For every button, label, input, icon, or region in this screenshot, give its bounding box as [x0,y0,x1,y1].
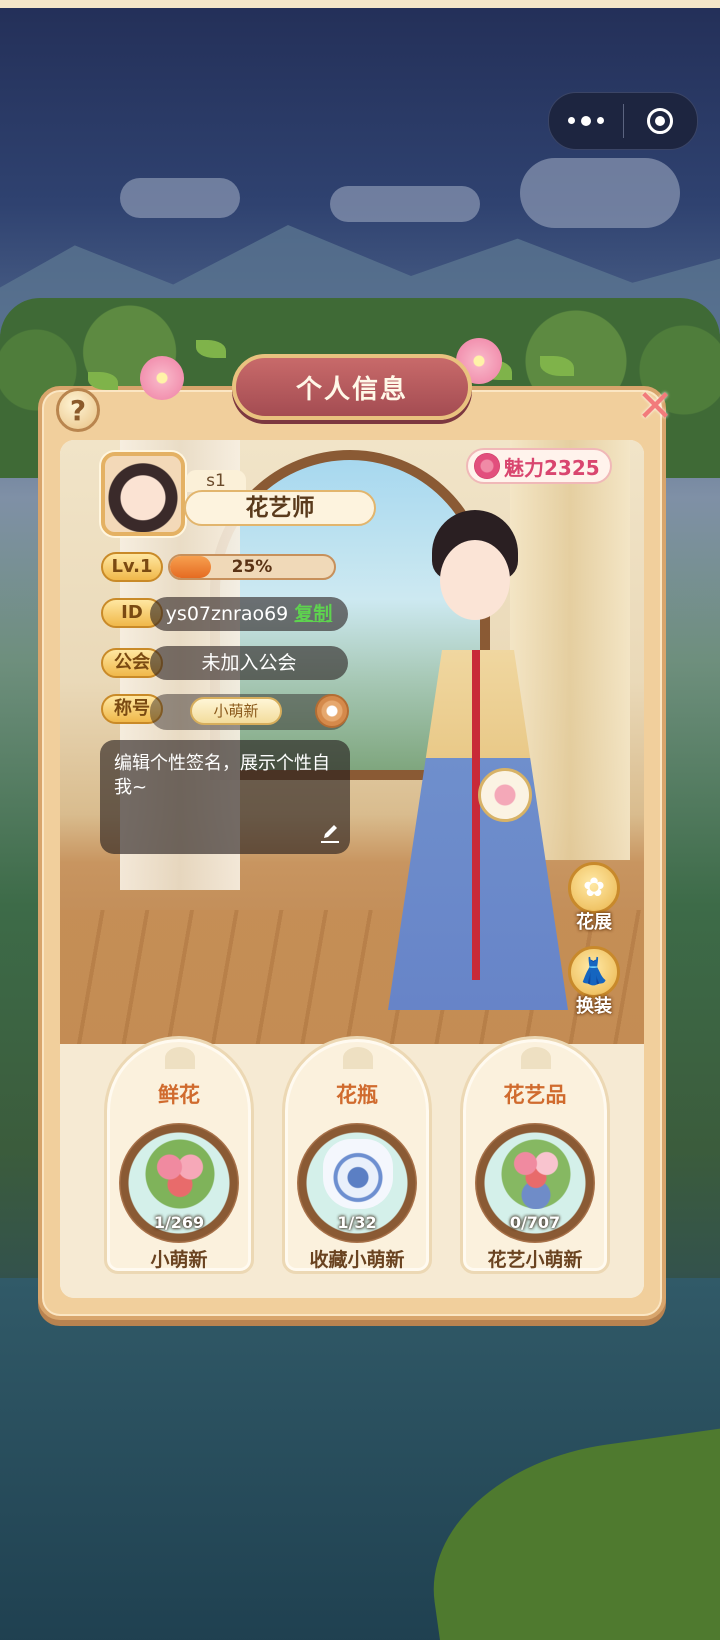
bouquet-icon [145,1139,215,1209]
close-icon: ✕ [636,381,674,432]
avatar[interactable] [101,452,185,536]
character-figure [368,500,588,1020]
flower-ornament [521,1047,551,1069]
copy-button[interactable]: 复制 [294,603,332,625]
card-title: 花瓶 [336,1083,378,1107]
level-progress-bar: 25% [168,554,336,580]
exit-button[interactable] [624,108,696,134]
card-name: 小萌新 [150,1249,208,1271]
card-name: 花艺小萌新 [487,1249,583,1271]
level-label: Lv.1 [101,552,163,582]
card-title: 鲜花 [158,1083,200,1107]
card-flowers[interactable]: 鲜花 1/269 小萌新 [104,1036,254,1274]
card-count: 1/32 [337,1213,377,1232]
character-sash [472,650,480,980]
question-icon: ? [69,393,87,427]
cloud [520,158,680,228]
signature-text: 编辑个性签名，展示个性自我~ [114,753,330,798]
title-badge[interactable]: 小萌新 [190,697,282,725]
flower-decoration [140,356,184,400]
charm-badge: 魅力2325 [466,448,612,484]
id-value: ys07znrao69 [165,603,289,625]
card-vases[interactable]: 花瓶 1/32 收藏小萌新 [282,1036,432,1274]
flower-ornament [343,1047,373,1069]
flower-ornament [165,1047,195,1069]
flower-show-label: 花展 [576,912,612,933]
dress-icon: 👗 [568,946,620,998]
charm-value: 魅力2325 [504,455,600,480]
player-name: 花艺师 [184,490,376,526]
server-tag: s1 [186,470,246,492]
edit-icon[interactable] [318,822,342,846]
rose-icon [474,453,500,479]
cloud [330,186,480,222]
card-count: 0/707 [509,1213,561,1232]
help-button[interactable]: ? [56,388,100,432]
card-title: 花艺品 [503,1083,567,1107]
flower-show-button[interactable]: ✿ 花展 [566,862,622,934]
vase-icon [323,1139,393,1209]
title-settings-button[interactable] [315,694,349,728]
mini-program-capsule [548,92,698,150]
dress-up-button[interactable]: 👗 换装 [566,946,622,1018]
flower-arrangement-icon [501,1139,571,1209]
target-icon [647,108,673,134]
id-row: ys07znrao69 复制 [150,597,348,631]
flower-icon: ✿ [568,862,620,914]
signature-box[interactable]: 编辑个性签名，展示个性自我~ [100,740,350,854]
card-name: 收藏小萌新 [309,1249,405,1271]
level-progress-text: 25% [231,557,273,577]
character-face [440,540,510,620]
title-banner: 个人信息 [232,354,472,420]
cloud [120,178,240,218]
dress-up-label: 换装 [576,996,612,1017]
more-menu-button[interactable] [549,115,623,126]
card-arrangements[interactable]: 花艺品 0/707 花艺小萌新 [460,1036,610,1274]
round-fan [478,768,532,822]
guild-value: 未加入公会 [150,646,348,680]
card-count: 1/269 [153,1213,205,1232]
page-title: 个人信息 [295,374,408,405]
close-button[interactable]: ✕ [632,384,678,430]
